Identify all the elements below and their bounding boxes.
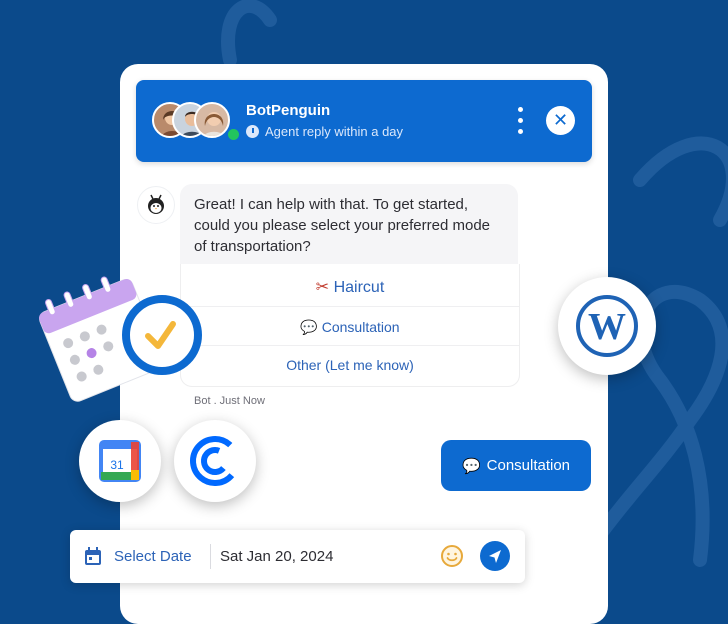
google-calendar-date: 31 bbox=[110, 458, 124, 472]
option-other[interactable]: Other (Let me know) bbox=[181, 357, 519, 373]
quick-reply-options: ✂ Haircut 💬 Consultation Other (Let me k… bbox=[180, 264, 520, 387]
calendar-icon bbox=[85, 547, 101, 565]
user-reply-text: Consultation bbox=[486, 457, 571, 474]
calendar-illustration-icon bbox=[39, 276, 202, 402]
option-consultation-label: Consultation bbox=[321, 319, 400, 335]
bot-message-bubble: Great! I can help with that. To get star… bbox=[180, 184, 518, 264]
wordpress-integration-icon[interactable]: W bbox=[558, 277, 656, 375]
composer-divider bbox=[210, 544, 211, 569]
option-consultation[interactable]: 💬 Consultation bbox=[181, 319, 519, 336]
chat-header: BotPenguin Agent reply within a day ✕ bbox=[136, 80, 592, 162]
scissors-icon: ✂ bbox=[315, 279, 330, 296]
bot-message-text: Great! I can help with that. To get star… bbox=[194, 196, 491, 255]
message-composer: Select Date Sat Jan 20, 2024 bbox=[70, 530, 525, 583]
more-options-icon[interactable] bbox=[516, 107, 524, 137]
bot-avatar bbox=[137, 186, 175, 224]
svg-text:W: W bbox=[588, 306, 626, 348]
bot-name: BotPenguin bbox=[246, 102, 331, 119]
calendly-integration-icon[interactable] bbox=[174, 420, 256, 502]
speech-bubble-icon: 💬 bbox=[300, 319, 318, 335]
emoji-icon[interactable] bbox=[440, 544, 464, 568]
option-haircut-label: Haircut bbox=[333, 279, 385, 296]
online-status-dot bbox=[226, 127, 241, 142]
option-divider bbox=[181, 345, 519, 346]
select-date-button[interactable]: Select Date bbox=[114, 548, 192, 565]
reply-status-text: Agent reply within a day bbox=[265, 124, 404, 139]
clock-icon bbox=[246, 125, 259, 138]
send-icon bbox=[489, 550, 501, 563]
option-haircut[interactable]: ✂ Haircut bbox=[181, 277, 519, 297]
option-divider bbox=[181, 306, 519, 307]
google-calendar-integration-icon[interactable]: 31 bbox=[79, 420, 161, 502]
agent-avatar-3 bbox=[194, 102, 230, 138]
send-button[interactable] bbox=[480, 541, 510, 571]
speech-bubble-icon: 💬 bbox=[461, 457, 481, 475]
user-reply-bubble: 💬 Consultation bbox=[441, 440, 591, 491]
close-button[interactable]: ✕ bbox=[546, 106, 575, 135]
option-other-label: Other (Let me know) bbox=[286, 357, 414, 373]
date-value-field[interactable]: Sat Jan 20, 2024 bbox=[220, 548, 333, 565]
reply-status: Agent reply within a day bbox=[246, 124, 403, 139]
